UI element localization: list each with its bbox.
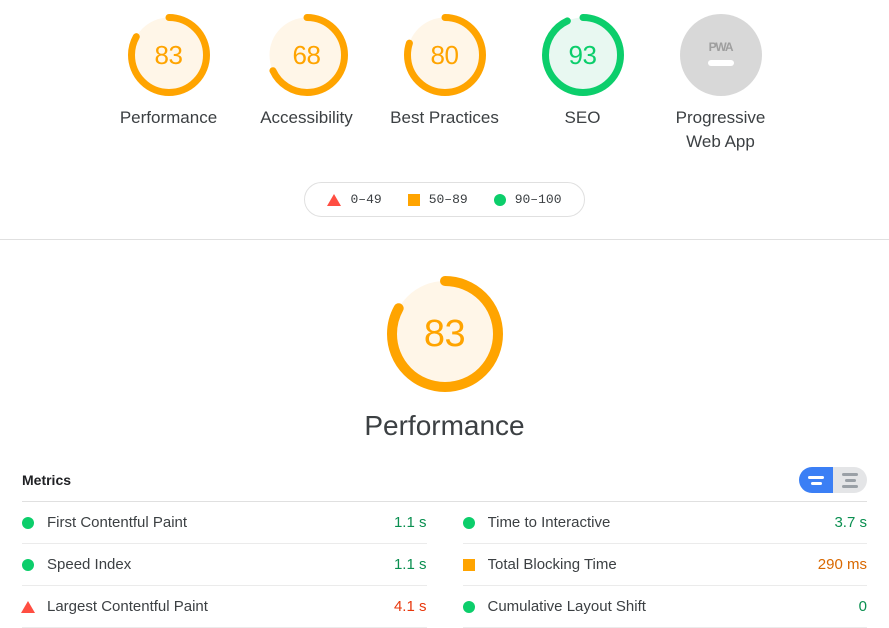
rating-square-icon: [462, 558, 475, 571]
score-gauge-accessibility[interactable]: 68 Accessibility: [251, 14, 363, 130]
metric-name: Speed Index: [47, 556, 132, 573]
score-gauge-progressive-web-app[interactable]: PWA Progressive Web App: [665, 14, 777, 154]
metric-value: 0: [858, 598, 867, 615]
metric-name: Time to Interactive: [487, 514, 611, 531]
simple-view-icon-bar: [808, 475, 824, 479]
rating-triangle-icon: [21, 600, 35, 613]
metric-value: 3.7 s: [834, 514, 867, 531]
pwa-badge: PWA: [679, 14, 762, 96]
rating-circle-icon: [22, 516, 34, 529]
metric-rating-icon: [462, 516, 475, 529]
rating-circle-icon: [22, 558, 34, 571]
rating-circle-icon: [462, 600, 475, 613]
metrics-block: Metrics First Contentful Paint 1.1 s Speed…: [0, 467, 889, 628]
rating-circle-icon: [462, 516, 475, 529]
legend-range-label: 90–100: [514, 192, 562, 207]
gauge-label: Best Practices: [390, 108, 499, 127]
metric-row[interactable]: Largest Contentful Paint 4.1 s: [21, 586, 427, 628]
gauge-visual: 83: [127, 14, 210, 96]
category-gauge-block: 83 Performance: [0, 276, 889, 443]
metric-value: 1.1 s: [393, 556, 427, 573]
legend-entry-average: 50–89: [407, 192, 468, 207]
metrics-view-toggle[interactable]: [799, 467, 867, 493]
toggle-option-detailed[interactable]: [833, 467, 867, 493]
category-score-value: 83: [423, 313, 466, 355]
metric-row[interactable]: Speed Index 1.1 s: [22, 544, 427, 586]
rating-circle-icon: [493, 193, 506, 206]
pwa-badge-text: PWA: [708, 40, 734, 54]
metrics-column: Time to Interactive 3.7 s Total Blocking T…: [462, 502, 867, 628]
gauge-score-value: 93: [568, 40, 597, 70]
gauge-label: SEO: [564, 108, 601, 127]
gauge-visual: PWA: [679, 14, 762, 96]
metric-name: Largest Contentful Paint: [47, 598, 208, 615]
metric-rating-icon: [22, 516, 34, 529]
scores-panel: 83 Performance 68 Accessibility 80 Best Pract…: [0, 0, 889, 240]
metric-name: Cumulative Layout Shift: [487, 598, 646, 615]
legend-range-label: 50–89: [428, 192, 468, 207]
score-gauge-best-practices[interactable]: 80 Best Practices: [389, 14, 501, 130]
gauge-score-value: 83: [154, 40, 183, 70]
gauge-visual: 68: [265, 14, 348, 96]
metric-rating-icon: [21, 600, 35, 613]
legend-range-label: 0–49: [350, 192, 382, 207]
metric-value: 4.1 s: [393, 598, 427, 615]
gauges-row: 83 Performance 68 Accessibility 80 Best Pract…: [0, 10, 889, 154]
legend-entry-pass: 90–100: [493, 192, 562, 207]
metrics-column: First Contentful Paint 1.1 s Speed Index 1.…: [21, 502, 427, 628]
performance-gauge-large: 83: [386, 276, 503, 392]
metric-rating-icon: [462, 558, 475, 571]
metric-row[interactable]: Time to Interactive 3.7 s: [462, 502, 867, 544]
gauge-visual: 93: [541, 14, 624, 96]
gauge-score-value: 68: [292, 40, 321, 70]
metrics-columns: First Contentful Paint 1.1 s Speed Index 1.…: [21, 501, 867, 628]
metric-rating-icon: [22, 558, 34, 571]
toggle-option-simple[interactable]: [799, 467, 833, 493]
detailed-view-icon-bar: [842, 484, 858, 488]
detailed-view-icon-bar: [844, 478, 856, 482]
rating-square-icon: [407, 193, 420, 206]
metric-row[interactable]: Cumulative Layout Shift 0: [462, 586, 867, 628]
score-legend-row: 0–49 50–89 90–100: [0, 182, 889, 217]
score-gauge-seo[interactable]: 93 SEO: [527, 14, 639, 130]
metrics-heading: Metrics: [22, 472, 72, 488]
gauge-label: Accessibility: [260, 108, 353, 127]
metric-row[interactable]: First Contentful Paint 1.1 s: [22, 502, 427, 544]
detailed-view-icon-bar: [842, 472, 858, 476]
metric-row[interactable]: Total Blocking Time 290 ms: [462, 544, 867, 586]
metric-rating-icon: [462, 600, 475, 613]
simple-view-icon-bar: [810, 481, 822, 485]
gauge-score-value: 80: [430, 40, 459, 70]
metric-name: Total Blocking Time: [487, 556, 617, 573]
gauge-visual: 80: [403, 14, 486, 96]
category-title: Performance: [364, 410, 525, 441]
rating-triangle-icon: [327, 193, 342, 206]
legend-entry-fail: 0–49: [327, 192, 382, 207]
metric-name: First Contentful Paint: [47, 514, 188, 531]
metric-value: 1.1 s: [393, 514, 427, 531]
metric-value: 290 ms: [817, 556, 867, 573]
performance-category-section: 83 Performance Metrics First Contentful …: [0, 240, 889, 628]
metrics-header: Metrics: [22, 467, 867, 501]
gauge-label: Progressive Web App: [675, 108, 766, 151]
pwa-dash-icon: [707, 60, 734, 66]
score-gauge-performance[interactable]: 83 Performance: [113, 14, 225, 130]
score-scale-legend: 0–49 50–89 90–100: [304, 182, 585, 217]
gauge-label: Performance: [119, 108, 218, 127]
